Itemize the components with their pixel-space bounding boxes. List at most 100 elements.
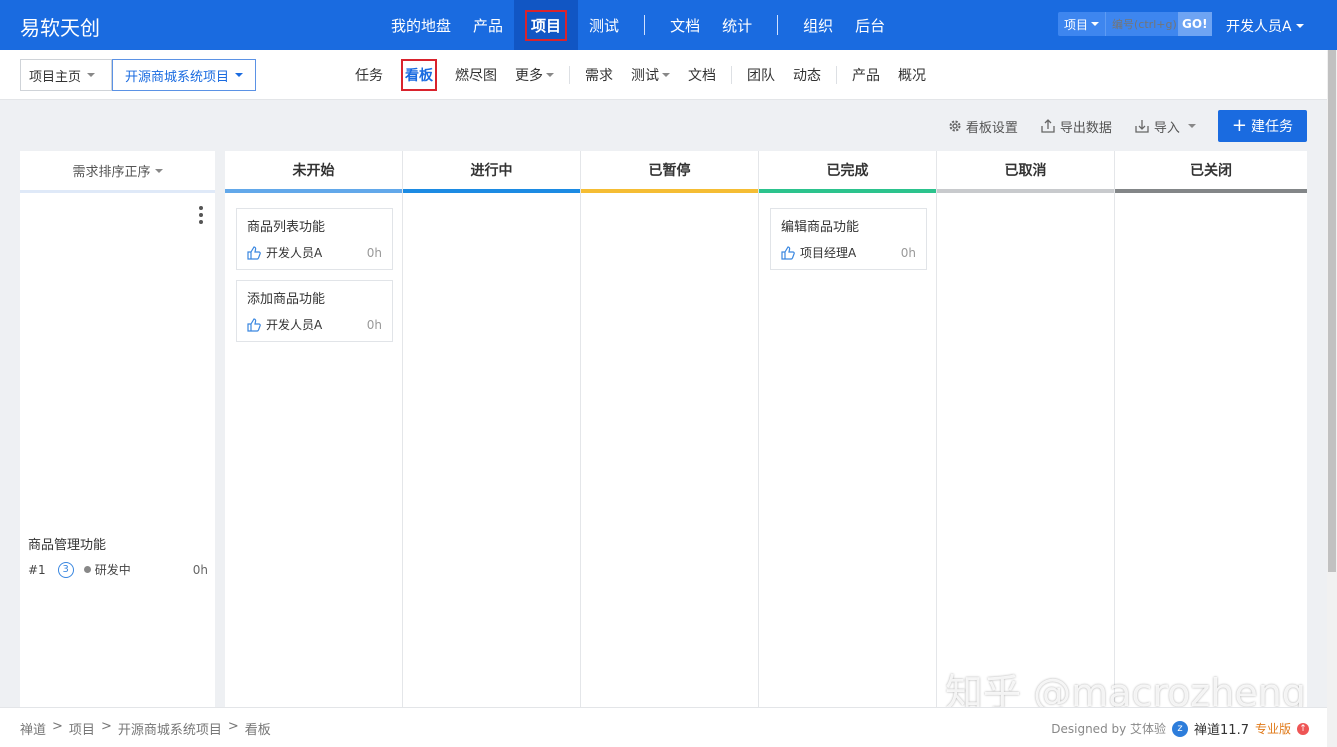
column-header: 进行中	[403, 151, 580, 193]
chevron-down-icon	[1295, 24, 1304, 28]
crumb-separator: >	[100, 719, 112, 734]
tab-team[interactable]: 团队	[738, 60, 784, 90]
task-title[interactable]: 商品列表功能	[247, 216, 382, 235]
story-item[interactable]: 商品管理功能 #1 3 研发中 0h	[28, 534, 208, 578]
tab-test[interactable]: 测试	[622, 60, 679, 90]
chevron-down-icon	[1187, 124, 1196, 128]
nav-project[interactable]: 项目	[514, 0, 579, 50]
search-type-select[interactable]: 项目	[1058, 12, 1107, 36]
designed-by[interactable]: Designed by 艾体验	[1051, 720, 1166, 737]
nav-company[interactable]: 组织	[792, 0, 844, 50]
task-owner: 开发人员A	[266, 246, 323, 260]
nav-report[interactable]: 统计	[711, 0, 763, 50]
edition-label[interactable]: 专业版	[1255, 720, 1291, 737]
story-title[interactable]: 商品管理功能	[28, 534, 208, 553]
chevron-down-icon	[546, 73, 554, 77]
tab-more[interactable]: 更多	[506, 60, 563, 90]
global-search: 项目 GO!	[1058, 12, 1212, 36]
scrollbar-thumb[interactable]	[1328, 50, 1336, 572]
tab-label: 看板	[401, 59, 437, 91]
story-hours: 0h	[192, 562, 208, 577]
upgrade-icon[interactable]: ↑	[1297, 722, 1309, 735]
story-sort-dropdown[interactable]: 需求排序正序	[20, 151, 215, 193]
kanban-board: 未开始 商品列表功能 开发人员A 0h 添加商品功能 开发人员A 0h 进行中 …	[225, 151, 1307, 707]
footer: 禅道 > 项目 > 开源商城系统项目 > 看板 Designed by 艾体验 …	[0, 707, 1327, 747]
user-name: 开发人员A	[1226, 19, 1292, 35]
tab-dynamic[interactable]: 动态	[784, 60, 830, 90]
task-card[interactable]: 添加商品功能 开发人员A 0h	[236, 280, 393, 342]
button-label: 建任务	[1251, 119, 1293, 135]
task-card[interactable]: 编辑商品功能 项目经理A 0h	[770, 208, 927, 270]
create-task-button[interactable]: + 建任务	[1217, 110, 1307, 142]
tab-burndown[interactable]: 燃尽图	[446, 60, 506, 90]
column-title: 已暂停	[648, 163, 691, 179]
column-closed: 已关闭	[1115, 151, 1307, 707]
nav-label: 测试	[589, 16, 620, 35]
user-menu[interactable]: 开发人员A	[1226, 16, 1304, 36]
brand-logo[interactable]: 易软天创	[20, 12, 100, 41]
export-data-button[interactable]: 导出数据	[1040, 117, 1112, 136]
kanban-settings-button[interactable]: 看板设置	[948, 117, 1018, 136]
column-title: 已取消	[1004, 163, 1047, 179]
gear-icon	[949, 120, 961, 132]
version-label[interactable]: 禅道11.7	[1194, 719, 1249, 738]
import-icon	[1135, 120, 1149, 133]
footer-breadcrumb: 禅道 > 项目 > 开源商城系统项目 > 看板	[20, 719, 271, 738]
tab-label: 任务	[355, 68, 383, 84]
tab-label: 动态	[793, 68, 821, 84]
footer-crumb-link[interactable]: 禅道	[20, 719, 46, 738]
top-navbar: 易软天创 我的地盘 产品 项目 测试 文档 统计 组织 后台 项目 GO! 开发…	[0, 0, 1337, 50]
project-subnav: 项目主页 开源商城系统项目 任务 看板 燃尽图 更多 需求 测试 文档 团队 动…	[0, 50, 1327, 100]
search-go-button[interactable]: GO!	[1178, 12, 1212, 36]
nav-doc[interactable]: 文档	[659, 0, 711, 50]
story-column: 需求排序正序 商品管理功能 #1 3 研发中 0h	[20, 151, 215, 707]
breadcrumb-project-home[interactable]: 项目主页	[20, 59, 113, 91]
thumb-up-icon	[247, 317, 261, 332]
tab-overview[interactable]: 概况	[889, 60, 935, 90]
tab-divider	[569, 66, 570, 84]
task-card[interactable]: 商品列表功能 开发人员A 0h	[236, 208, 393, 270]
column-doing: 进行中	[403, 151, 581, 707]
tab-label: 概况	[898, 68, 926, 84]
import-button[interactable]: 导入	[1134, 117, 1196, 136]
status-dot-icon	[83, 566, 91, 573]
nav-label: 项目	[525, 9, 568, 41]
column-header: 已暂停	[581, 151, 758, 193]
chevron-down-icon	[235, 73, 244, 77]
tab-kanban[interactable]: 看板	[392, 59, 446, 91]
breadcrumb-project-select[interactable]: 开源商城系统项目	[112, 59, 257, 91]
tab-label: 产品	[852, 68, 880, 84]
search-input[interactable]	[1106, 12, 1179, 36]
thumb-up-icon	[247, 245, 261, 260]
chevron-down-icon	[662, 73, 670, 77]
footer-crumb-link[interactable]: 开源商城系统项目	[118, 719, 222, 738]
export-icon	[1041, 119, 1055, 133]
task-title[interactable]: 编辑商品功能	[781, 216, 916, 235]
task-hours: 0h	[366, 245, 382, 260]
task-hours: 0h	[366, 317, 382, 332]
page-scrollbar[interactable]	[1327, 50, 1337, 747]
column-paused: 已暂停	[581, 151, 759, 707]
zentao-logo-icon: z	[1172, 720, 1189, 737]
button-label: 导出数据	[1059, 120, 1112, 136]
task-title[interactable]: 添加商品功能	[247, 288, 382, 307]
tab-story[interactable]: 需求	[576, 60, 622, 90]
footer-crumb-link[interactable]: 项目	[69, 719, 95, 738]
more-actions-icon[interactable]	[199, 206, 203, 224]
story-id: #1	[28, 562, 46, 577]
tab-doc[interactable]: 文档	[679, 60, 725, 90]
tab-divider	[731, 66, 732, 84]
column-header: 已关闭	[1115, 151, 1307, 193]
tab-product[interactable]: 产品	[843, 60, 889, 90]
nav-product[interactable]: 产品	[462, 0, 514, 50]
kanban-toolbar: 看板设置 导出数据 导入 + 建任务	[948, 110, 1307, 142]
tab-task[interactable]: 任务	[346, 60, 392, 90]
column-todo: 未开始 商品列表功能 开发人员A 0h 添加商品功能 开发人员A 0h	[225, 151, 403, 707]
nav-admin[interactable]: 后台	[844, 0, 896, 50]
column-header: 已完成	[759, 151, 936, 193]
nav-test[interactable]: 测试	[578, 0, 630, 50]
nav-my[interactable]: 我的地盘	[380, 0, 462, 50]
thumb-up-icon	[781, 245, 795, 260]
tab-label: 团队	[747, 68, 775, 84]
nav-divider	[644, 15, 646, 35]
